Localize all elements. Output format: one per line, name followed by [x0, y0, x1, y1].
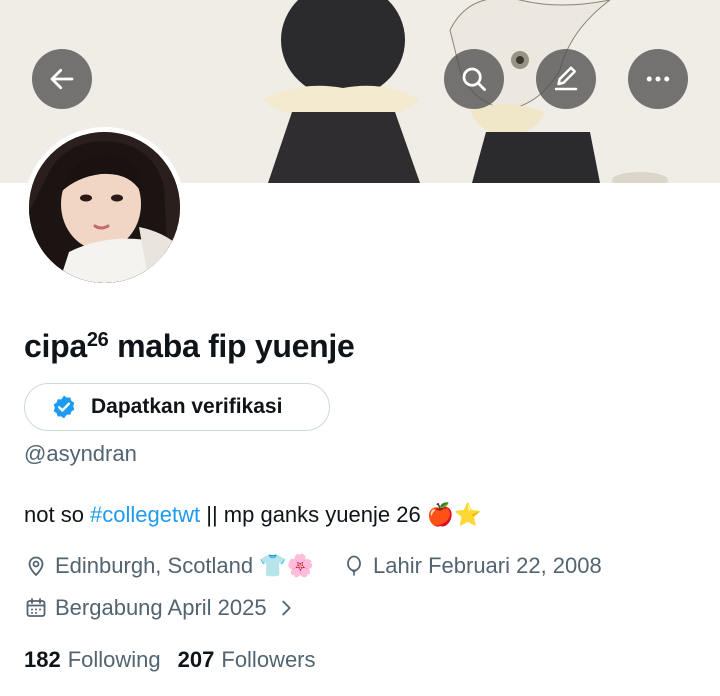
display-name: cipa26 maba fip yuenje — [24, 328, 355, 365]
display-name-rest: maba fip yuenje — [108, 328, 355, 364]
follow-stats: 182 Following 207 Followers — [24, 647, 316, 673]
more-button[interactable] — [628, 49, 688, 109]
calendar-icon — [26, 598, 46, 617]
following-link[interactable]: 182 Following — [24, 647, 161, 673]
balloon-icon — [347, 555, 361, 576]
joined-text: Bergabung April 2025 — [55, 595, 267, 620]
chevron-right-icon — [281, 600, 291, 616]
arrow-left-icon — [50, 68, 74, 90]
followers-link[interactable]: 207 Followers — [178, 647, 316, 673]
avatar[interactable] — [24, 127, 185, 288]
search-button[interactable] — [444, 49, 504, 109]
location-text: Edinburgh, Scotland 👕🌸 — [55, 553, 315, 578]
avatar-photo — [29, 132, 180, 283]
profile-meta-row: Edinburgh, Scotland 👕🌸 Lahir Februari 22… — [24, 553, 602, 579]
get-verified-label: Dapatkan verifikasi — [91, 395, 283, 418]
joined-item[interactable]: Bergabung April 2025 — [24, 595, 304, 621]
verified-badge-icon — [53, 395, 75, 419]
location-item: Edinburgh, Scotland 👕🌸 — [24, 553, 314, 579]
birthday-text: Lahir Februari 22, 2008 — [373, 553, 602, 578]
display-name-superscript: 26 — [86, 329, 109, 351]
followers-label: Followers — [221, 647, 316, 672]
edit-pencil-icon — [554, 66, 578, 91]
bio: not so #collegetwt || mp ganks yuenje 26… — [24, 502, 482, 528]
following-label: Following — [67, 647, 161, 672]
bio-prefix: not so — [24, 502, 91, 527]
more-horizontal-icon — [646, 76, 670, 82]
search-icon — [462, 67, 486, 91]
following-count: 182 — [24, 647, 61, 672]
location-pin-icon — [28, 556, 44, 576]
edit-button[interactable] — [536, 49, 596, 109]
followers-count: 207 — [177, 647, 215, 672]
joined-row[interactable]: Bergabung April 2025 — [24, 595, 304, 621]
user-handle: @asyndran — [24, 441, 137, 466]
get-verified-button[interactable]: Dapatkan verifikasi — [24, 383, 330, 431]
bio-suffix: || mp ganks yuenje 26 🍎⭐ — [200, 502, 482, 527]
birthday-item: Lahir Februari 22, 2008 — [342, 553, 602, 579]
display-name-main: cipa — [24, 328, 87, 364]
bio-hashtag-link[interactable]: #collegetwt — [90, 502, 200, 527]
back-button[interactable] — [32, 49, 92, 109]
